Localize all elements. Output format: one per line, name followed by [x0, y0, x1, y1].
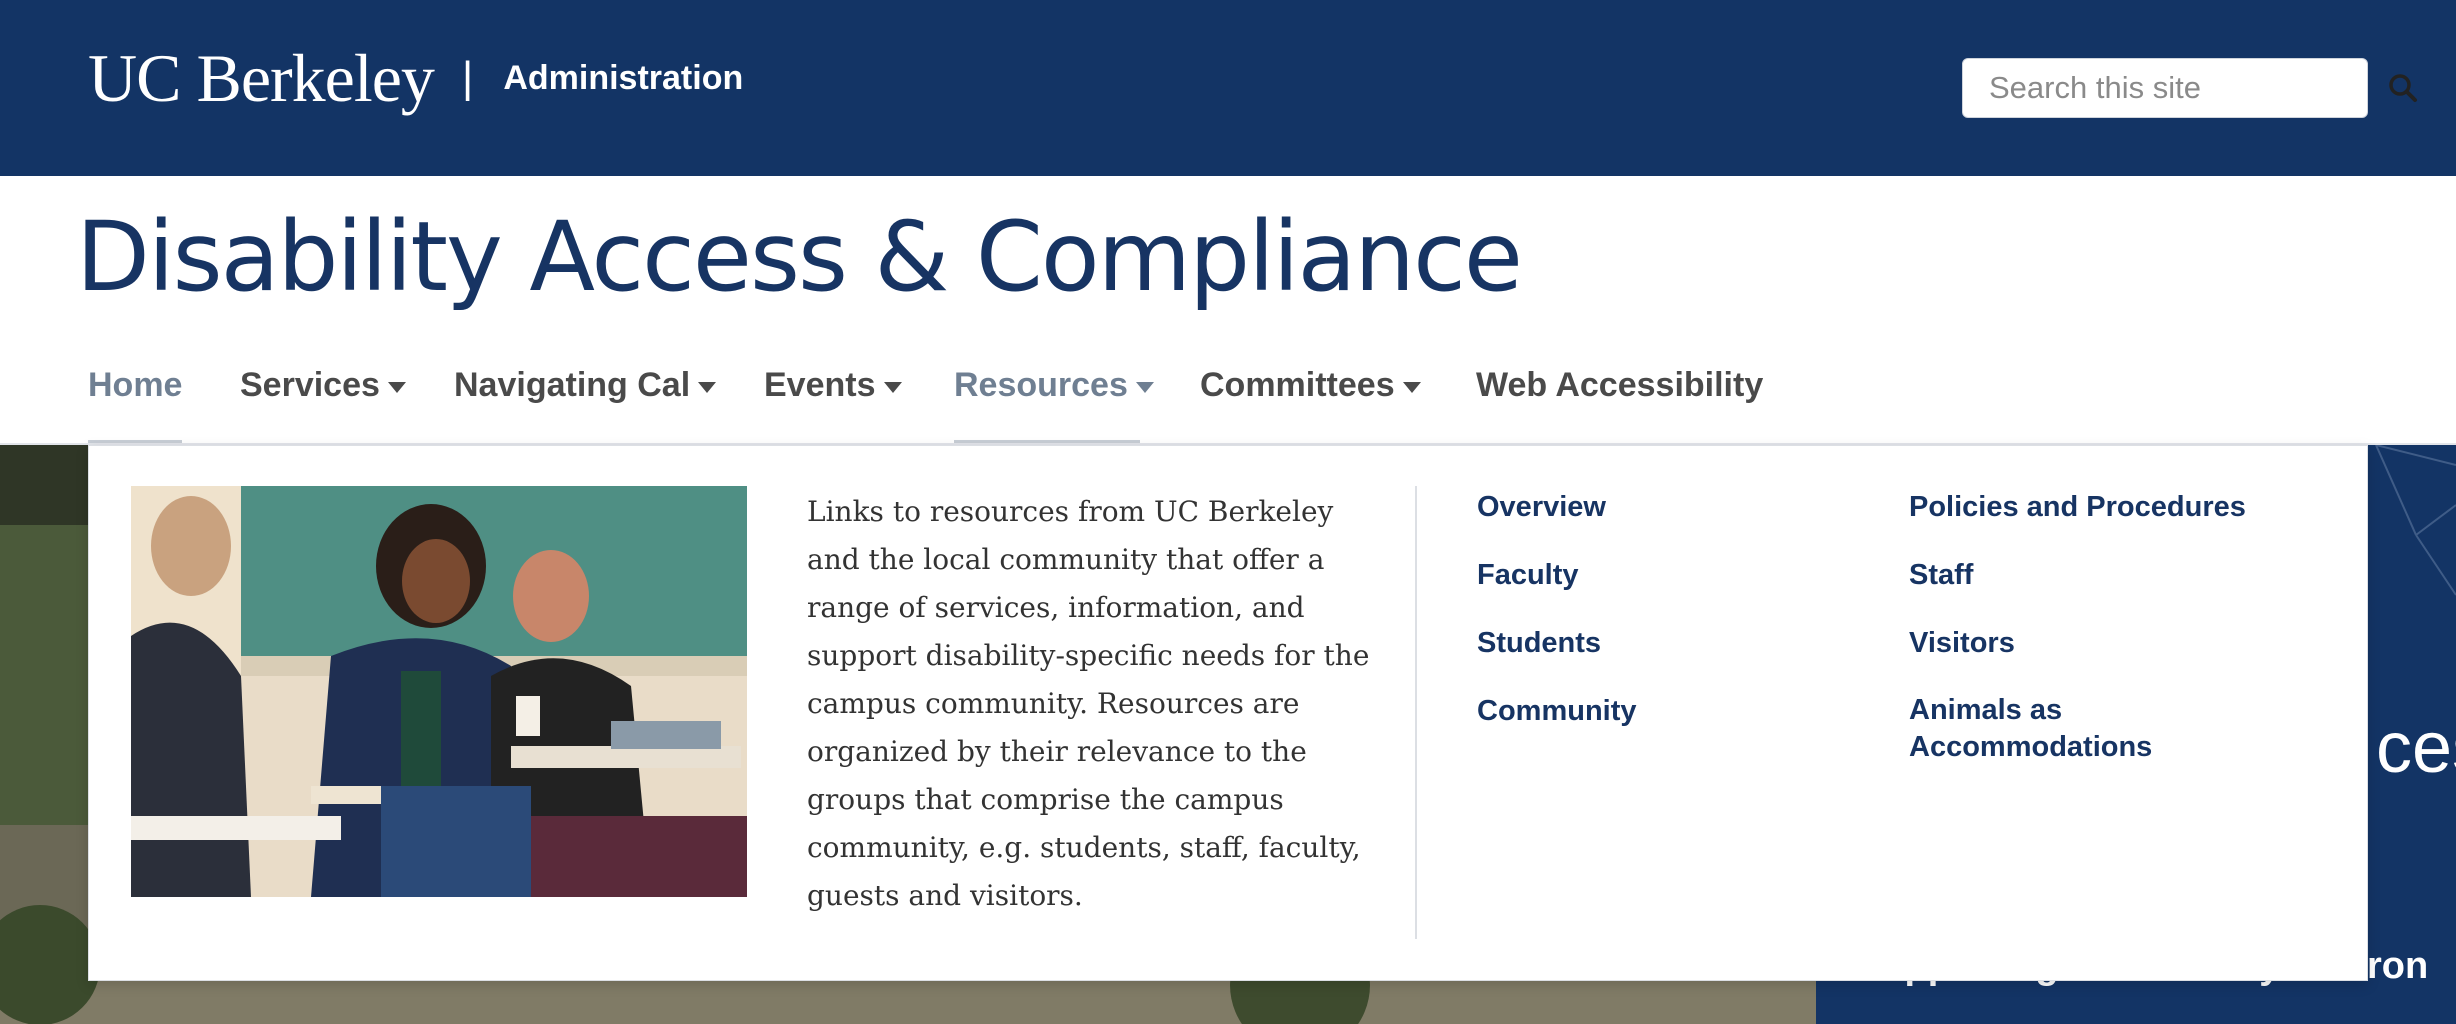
caret-down-icon [1135, 382, 1154, 393]
resources-description: Links to resources from UC Berkeley and … [807, 495, 1370, 912]
dropdown-divider [1415, 486, 1417, 939]
links-column-1: Overview Faculty Students Community [1477, 488, 1637, 760]
brand: UC Berkeley | Administration [88, 44, 743, 112]
caret-down-icon [387, 382, 406, 393]
nav-web-accessibility-label: Web Accessibility [1476, 366, 1764, 404]
nav-resources-label: Resources [954, 366, 1128, 404]
site-title[interactable]: Disability Access & Compliance [76, 204, 1523, 311]
search-button[interactable] [2388, 59, 2418, 117]
resources-dropdown: Links to resources from UC Berkeley and … [88, 445, 2368, 981]
search-box [1962, 58, 2417, 118]
links-column-2: Policies and Procedures Staff Visitors A… [1909, 488, 2269, 796]
nav-navigating-cal[interactable]: Navigating Cal [454, 350, 717, 444]
nav-home[interactable]: Home [88, 350, 182, 444]
nav-committees-label: Committees [1200, 366, 1395, 404]
nav-web-accessibility[interactable]: Web Accessibility [1476, 350, 1763, 444]
top-header: UC Berkeley | Administration [0, 0, 2456, 176]
nav-events-label: Events [764, 366, 876, 404]
caret-down-icon [883, 382, 902, 393]
nav-committees[interactable]: Committees [1200, 350, 1421, 444]
link-faculty[interactable]: Faculty [1477, 556, 1637, 594]
nav-resources[interactable]: Resources [954, 350, 1154, 444]
caret-down-icon [698, 382, 717, 393]
link-staff[interactable]: Staff [1909, 556, 2269, 594]
uc-berkeley-logo[interactable]: UC Berkeley [88, 44, 435, 112]
hero-heading: ces [2376, 708, 2456, 788]
nav-services-label: Services [240, 366, 380, 404]
nav-services[interactable]: Services [240, 350, 406, 444]
link-visitors[interactable]: Visitors [1909, 624, 2269, 662]
link-policies-and-procedures[interactable]: Policies and Procedures [1909, 488, 2269, 526]
link-overview[interactable]: Overview [1477, 488, 1637, 526]
main-nav: Home Services Navigating Cal Events Reso… [0, 350, 2456, 444]
link-community[interactable]: Community [1477, 692, 1637, 730]
administration-link[interactable]: Administration [503, 61, 743, 95]
caret-down-icon [1402, 382, 1421, 393]
nav-navigating-cal-label: Navigating Cal [454, 366, 691, 404]
students-photo [131, 486, 747, 897]
link-animals-as-accommodations[interactable]: Animals as Accommodations [1909, 692, 2269, 766]
link-students[interactable]: Students [1477, 624, 1637, 662]
brand-separator: | [461, 53, 474, 102]
nav-home-label: Home [88, 366, 183, 404]
nav-events[interactable]: Events [764, 350, 902, 444]
search-icon [2389, 74, 2417, 102]
search-input[interactable] [1963, 59, 2388, 117]
